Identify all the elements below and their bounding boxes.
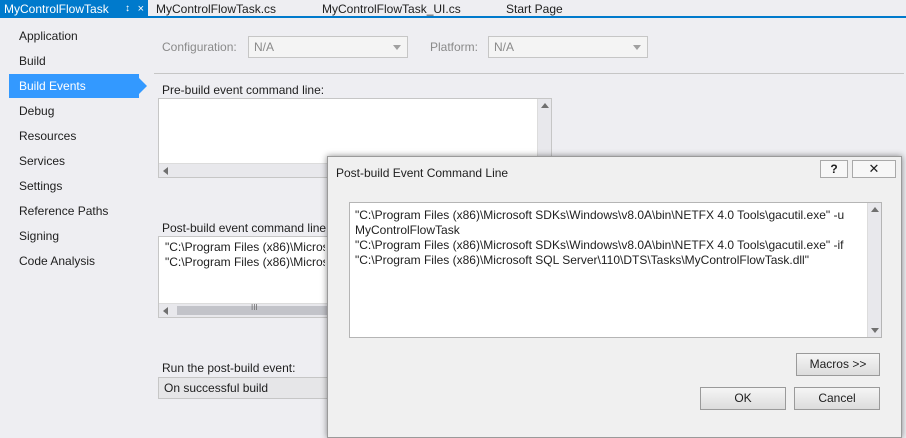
nav-item-resources[interactable]: Resources xyxy=(9,124,139,148)
dialog-title: Post-build Event Command Line xyxy=(336,166,509,180)
chevron-down-icon xyxy=(393,45,401,50)
macros-button[interactable]: Macros >> xyxy=(796,353,880,376)
pin-icon[interactable]: ↕ xyxy=(125,0,130,18)
chevron-down-icon xyxy=(633,45,641,50)
ok-button[interactable]: OK xyxy=(700,387,786,410)
post-build-dialog: Post-build Event Command Line ? ✕ "C:\Pr… xyxy=(327,156,902,438)
tab-mycontrolflowtask-cs[interactable]: MyControlFlowTask.cs xyxy=(152,0,276,18)
close-icon[interactable]: × xyxy=(138,0,144,18)
scroll-left-icon[interactable] xyxy=(163,167,168,175)
command-line-text: "C:\Program Files (x86)\Microsoft SDKs\W… xyxy=(355,208,845,267)
nav-item-build[interactable]: Build xyxy=(9,49,139,73)
scroll-up-icon[interactable] xyxy=(871,207,879,212)
run-event-label: Run the post-build event: xyxy=(162,361,296,375)
grip-icon: III xyxy=(251,303,258,312)
run-event-value: On successful build xyxy=(164,381,269,395)
scroll-left-icon[interactable] xyxy=(163,307,168,315)
scroll-up-icon[interactable] xyxy=(541,103,549,108)
nav-item-code-analysis[interactable]: Code Analysis xyxy=(9,249,139,273)
platform-label: Platform: xyxy=(430,40,479,54)
vertical-scrollbar[interactable] xyxy=(867,203,881,337)
tab-label: MyControlFlowTask_UI.cs xyxy=(322,2,461,16)
close-button[interactable]: ✕ xyxy=(852,160,896,178)
nav-item-signing[interactable]: Signing xyxy=(9,224,139,248)
divider xyxy=(154,73,904,74)
command-line-editor[interactable]: "C:\Program Files (x86)\Microsoft SDKs\W… xyxy=(349,202,882,338)
tab-label: MyControlFlowTask xyxy=(4,2,109,16)
nav-item-build-events[interactable]: Build Events xyxy=(9,74,147,98)
tab-label: MyControlFlowTask.cs xyxy=(156,2,277,16)
project-properties-nav: Application Build Build Events Debug Res… xyxy=(0,20,148,438)
tab-label: Start Page xyxy=(506,2,563,16)
help-button[interactable]: ? xyxy=(820,160,848,178)
configuration-value: N/A xyxy=(254,40,275,54)
configuration-select[interactable]: N/A xyxy=(248,36,408,58)
platform-select[interactable]: N/A xyxy=(488,36,648,58)
scroll-down-icon[interactable] xyxy=(871,328,879,333)
nav-item-services[interactable]: Services xyxy=(9,149,139,173)
cancel-button[interactable]: Cancel xyxy=(794,387,880,410)
nav-item-debug[interactable]: Debug xyxy=(9,99,139,123)
nav-item-application[interactable]: Application xyxy=(9,24,139,48)
tab-start-page[interactable]: Start Page xyxy=(502,0,563,18)
scroll-thumb[interactable]: III xyxy=(177,303,329,315)
document-tab-strip: MyControlFlowTask ↕ × MyControlFlowTask.… xyxy=(0,0,906,18)
tab-mycontrolflowtask[interactable]: MyControlFlowTask ↕ × xyxy=(0,0,148,18)
nav-item-settings[interactable]: Settings xyxy=(9,174,139,198)
platform-value: N/A xyxy=(494,40,515,54)
tab-mycontrolflowtask-ui-cs[interactable]: MyControlFlowTask_UI.cs xyxy=(318,0,461,18)
configuration-label: Configuration: xyxy=(162,40,237,54)
prebuild-label: Pre-build event command line: xyxy=(162,83,325,97)
postbuild-text: "C:\Program Files (x86)\Microsoft SDKs\W… xyxy=(165,240,325,269)
nav-item-reference-paths[interactable]: Reference Paths xyxy=(9,199,139,223)
postbuild-label: Post-build event command line: xyxy=(162,221,330,235)
